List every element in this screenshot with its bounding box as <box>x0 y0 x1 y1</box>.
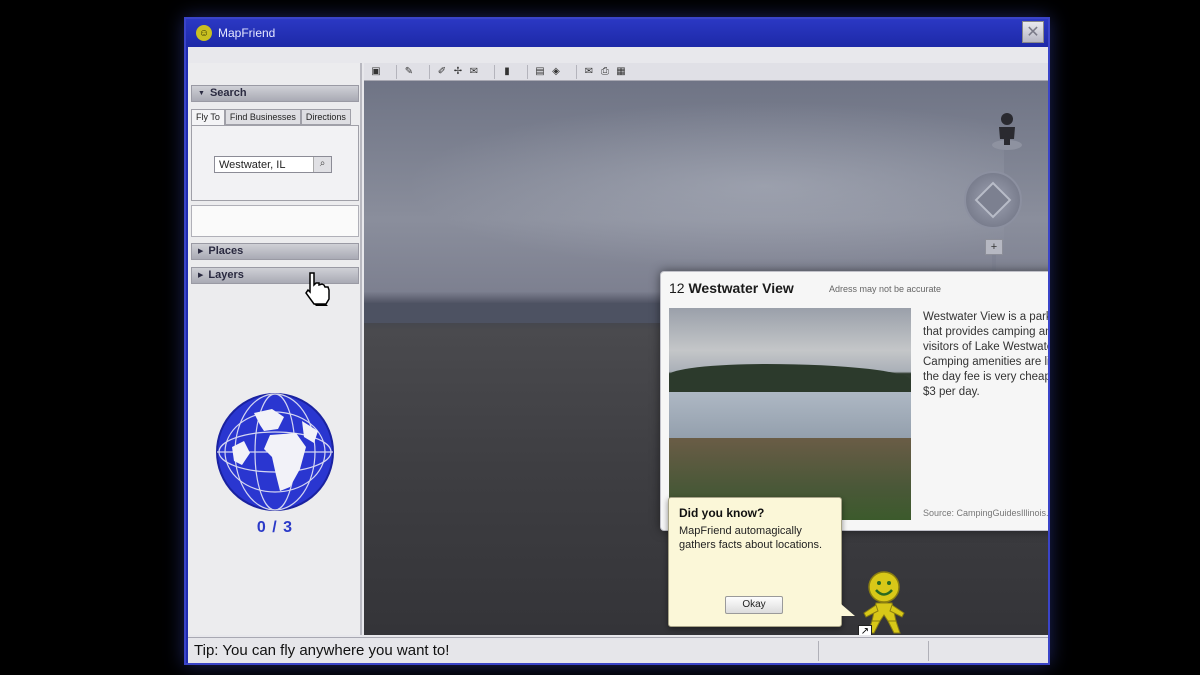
layers-panel-header[interactable]: ▶ Layers <box>191 267 359 284</box>
balloon-title: Did you know? <box>679 506 765 520</box>
okay-button[interactable]: Okay <box>725 596 783 614</box>
app-title: MapFriend <box>218 26 276 40</box>
navigation-compass[interactable] <box>964 171 1022 229</box>
expand-arrow-icon: ▼ <box>198 90 205 97</box>
tab-directions[interactable]: Directions <box>300 109 351 125</box>
search-input[interactable]: Westwater, IL ⌕ <box>214 156 332 173</box>
balloon-text: MapFriend automagically gathers facts ab… <box>679 525 823 551</box>
window-close-button[interactable]: ✕ <box>1022 21 1044 43</box>
title-bar[interactable]: ☺ MapFriend ✕ <box>186 19 1048 47</box>
collapse-arrow-icon: ▶ <box>198 248 204 255</box>
search-results-box[interactable] <box>191 205 359 237</box>
shortcut-arrow-icon: ↗ <box>858 625 872 635</box>
tab-fly-to[interactable]: Fly To <box>191 109 225 125</box>
place-info-popup: 12 Westwater View Adress may not be accu… <box>660 271 1048 531</box>
close-icon: ✕ <box>1026 24 1040 41</box>
search-icon: ⌕ <box>319 158 326 169</box>
progress-counter: 0 / 3 <box>256 519 294 536</box>
zoom-in-button[interactable]: + <box>985 239 1003 255</box>
email-icon[interactable]: ✉ <box>583 65 595 79</box>
app-window: ☺ MapFriend ✕ ▼ Search Fly To Find Busine… <box>184 17 1050 665</box>
sidebar-toggle-icon[interactable]: ▣ <box>370 65 382 79</box>
popup-title: 12 Westwater View <box>669 280 794 296</box>
search-panel-header[interactable]: ▼ Search <box>191 85 359 102</box>
search-tabs: Fly To Find Businesses Directions <box>191 109 359 125</box>
place-description: Westwater View is a parking spot that pr… <box>923 311 1048 398</box>
save-icon[interactable]: ▦ <box>615 65 627 79</box>
hand-cursor-icon <box>302 271 332 307</box>
mapfriend-logo-icon: ☺ <box>196 25 212 41</box>
polygon-icon[interactable]: ✐ <box>436 65 448 79</box>
map-sky <box>404 101 1004 271</box>
place-source: Source: CampingGuidesIllinois.org <box>923 508 1048 518</box>
tab-find-businesses[interactable]: Find Businesses <box>224 109 301 125</box>
places-panel-header[interactable]: ▶ Places <box>191 243 359 260</box>
compass-center-icon <box>974 181 1012 219</box>
placemark-icon[interactable]: ✎ <box>403 65 415 79</box>
fly-to-panel: Westwater, IL ⌕ <box>191 125 359 201</box>
sidebar: ▼ Search Fly To Find Businesses Direction… <box>188 63 362 635</box>
overlay-icon[interactable]: ✉ <box>468 65 480 79</box>
tip-balloon: Did you know? MapFriend automagically ga… <box>668 497 855 627</box>
ruler-icon[interactable]: ▮ <box>501 65 513 79</box>
popup-accuracy-note: Adress may not be accurate <box>829 284 942 294</box>
status-bar: Tip: You can fly anywhere you want to! <box>188 637 1048 663</box>
place-photo <box>669 308 911 520</box>
print-icon[interactable]: ⎙ <box>599 65 611 79</box>
toolbar: ▣ ✎ ✐ ✢ ✉ ▮ ▤ ◈ ✉ ⎙ ▦ <box>364 63 1048 81</box>
status-tip: Tip: You can fly anywhere you want to! <box>194 642 450 659</box>
path-icon[interactable]: ✢ <box>452 65 464 79</box>
tour-icon[interactable]: ◈ <box>550 65 562 79</box>
search-button[interactable]: ⌕ <box>313 157 331 172</box>
client-area: ▼ Search Fly To Find Businesses Direction… <box>188 47 1048 663</box>
collapse-arrow-icon: ▶ <box>198 272 204 279</box>
street-view-person-icon[interactable] <box>990 111 1024 151</box>
map-view[interactable]: + - 12 Westwater View Adress may not be … <box>364 81 1048 635</box>
globe-icon <box>214 391 336 513</box>
image-icon[interactable]: ▤ <box>534 65 546 79</box>
